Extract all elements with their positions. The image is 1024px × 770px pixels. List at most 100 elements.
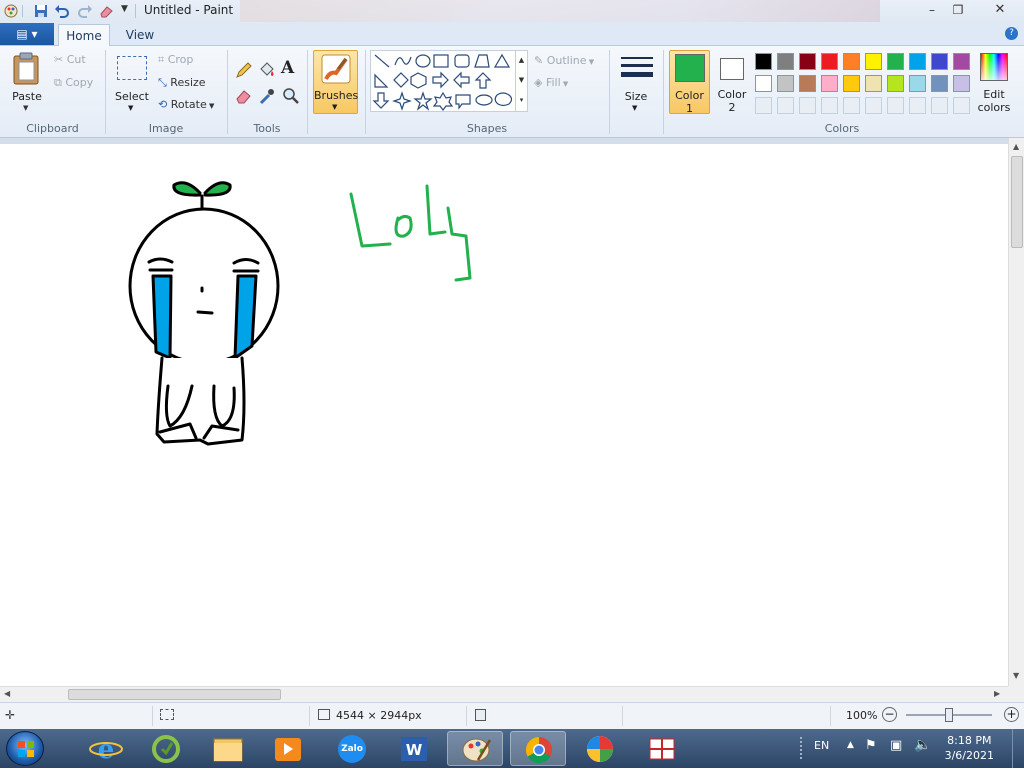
eraser-qa-icon[interactable] bbox=[98, 3, 114, 19]
maximize-button[interactable]: ❐ bbox=[946, 1, 970, 19]
palette-empty-slot[interactable] bbox=[931, 97, 948, 114]
zoom-out-button[interactable]: − bbox=[882, 707, 897, 722]
paste-button[interactable]: Paste ▼ bbox=[6, 50, 48, 114]
save-icon[interactable] bbox=[33, 3, 49, 19]
color-picker-icon[interactable] bbox=[257, 86, 277, 106]
clock[interactable]: 8:18 PM 3/6/2021 bbox=[945, 733, 994, 763]
palette-swatch[interactable] bbox=[865, 53, 882, 70]
palette-swatch[interactable] bbox=[909, 75, 926, 92]
file-menu-button[interactable]: ▤ ▾ bbox=[0, 23, 54, 45]
palette-swatch[interactable] bbox=[777, 75, 794, 92]
scroll-right-icon[interactable]: ▶ bbox=[994, 689, 1000, 698]
palette-empty-slot[interactable] bbox=[909, 97, 926, 114]
rotate-dropdown-icon: ▼ bbox=[206, 102, 215, 110]
palette-swatch[interactable] bbox=[931, 53, 948, 70]
palette-empty-slot[interactable] bbox=[843, 97, 860, 114]
volume-icon[interactable]: 🔈 bbox=[914, 737, 931, 753]
zoom-slider-thumb[interactable] bbox=[945, 708, 953, 722]
vertical-scrollbar[interactable]: ▲ ▼ bbox=[1008, 138, 1024, 686]
taskbar-media-player[interactable] bbox=[260, 731, 316, 766]
customize-qa-chevron-icon[interactable]: ▼ bbox=[121, 4, 128, 14]
palette-swatch[interactable] bbox=[909, 53, 926, 70]
color1-button[interactable]: Color 1 bbox=[669, 50, 710, 115]
copy-button[interactable]: ⧉ Copy bbox=[54, 76, 93, 90]
fill-button[interactable]: ◈ Fill ▼ bbox=[534, 76, 568, 89]
magnifier-icon[interactable] bbox=[281, 86, 301, 106]
palette-swatch[interactable] bbox=[799, 75, 816, 92]
network-icon[interactable]: ▣ bbox=[890, 738, 902, 753]
show-desktop-button[interactable] bbox=[1012, 729, 1024, 768]
redo-icon[interactable] bbox=[77, 3, 93, 19]
taskbar-paint[interactable] bbox=[447, 731, 503, 766]
palette-swatch[interactable] bbox=[865, 75, 882, 92]
taskbar-chrome[interactable] bbox=[510, 731, 566, 766]
horizontal-scrollbar[interactable]: ◀ ▶ bbox=[0, 686, 1008, 702]
palette-swatch[interactable] bbox=[953, 53, 970, 70]
palette-swatch[interactable] bbox=[953, 75, 970, 92]
action-center-flag-icon[interactable]: ⚑ bbox=[865, 738, 877, 753]
outline-button[interactable]: ✎ Outline ▼ bbox=[534, 54, 594, 67]
color2-button[interactable]: Color 2 bbox=[713, 50, 751, 114]
brushes-button[interactable]: Brushes ▼ bbox=[313, 50, 358, 114]
shapes-scroll[interactable]: ▲ ▼ ▾ bbox=[515, 50, 527, 112]
size-button[interactable]: Size ▼ bbox=[614, 50, 658, 114]
eraser-icon[interactable] bbox=[234, 86, 254, 106]
select-button[interactable]: Select ▼ bbox=[112, 50, 152, 114]
fill-icon: ◈ bbox=[534, 76, 546, 89]
minimize-button[interactable]: – bbox=[920, 1, 944, 19]
scroll-up-icon[interactable]: ▲ bbox=[1013, 142, 1019, 151]
palette-empty-slot[interactable] bbox=[799, 97, 816, 114]
palette-swatch[interactable] bbox=[799, 53, 816, 70]
taskbar-internet-explorer[interactable]: e bbox=[78, 731, 134, 766]
taskbar-word[interactable]: W bbox=[386, 731, 442, 766]
resize-button[interactable]: ⤡ Resize bbox=[158, 76, 206, 90]
palette-empty-slot[interactable] bbox=[887, 97, 904, 114]
taskbar-zalo[interactable]: Zalo bbox=[324, 731, 380, 766]
fill-bucket-icon[interactable] bbox=[257, 60, 277, 80]
palette-empty-slot[interactable] bbox=[953, 97, 970, 114]
palette-swatch[interactable] bbox=[755, 75, 772, 92]
start-button[interactable] bbox=[6, 731, 44, 766]
pencil-icon[interactable] bbox=[234, 60, 254, 80]
cut-button[interactable]: ✂ Cut bbox=[54, 53, 86, 66]
rotate-button[interactable]: ⟲ Rotate ▼ bbox=[158, 98, 214, 111]
scroll-down-icon[interactable]: ▼ bbox=[1013, 671, 1019, 680]
show-hidden-icons[interactable]: ▲ bbox=[847, 740, 854, 750]
color2-label: Color bbox=[717, 88, 747, 101]
drawing-canvas[interactable] bbox=[0, 144, 1008, 686]
word-icon: W bbox=[401, 737, 427, 761]
taskbar-file-explorer[interactable] bbox=[200, 731, 256, 766]
palette-empty-slot[interactable] bbox=[777, 97, 794, 114]
tab-home[interactable]: Home bbox=[58, 24, 110, 46]
help-icon[interactable]: ? bbox=[1005, 27, 1018, 40]
palette-swatch[interactable] bbox=[887, 53, 904, 70]
palette-empty-slot[interactable] bbox=[755, 97, 772, 114]
edit-colors-button[interactable]: Edit colors bbox=[975, 50, 1013, 116]
horizontal-scroll-thumb[interactable] bbox=[68, 689, 281, 700]
palette-swatch[interactable] bbox=[821, 53, 838, 70]
vertical-scroll-thumb[interactable] bbox=[1011, 156, 1023, 248]
palette-swatch[interactable] bbox=[843, 53, 860, 70]
shapes-icon bbox=[372, 53, 513, 111]
palette-empty-slot[interactable] bbox=[821, 97, 838, 114]
shapes-gallery[interactable] bbox=[370, 50, 528, 112]
undo-icon[interactable] bbox=[54, 3, 70, 19]
tab-view[interactable]: View bbox=[116, 24, 164, 46]
palette-swatch[interactable] bbox=[777, 53, 794, 70]
palette-empty-slot[interactable] bbox=[865, 97, 882, 114]
palette-swatch[interactable] bbox=[843, 75, 860, 92]
language-indicator[interactable]: EN bbox=[814, 739, 829, 752]
palette-swatch[interactable] bbox=[887, 75, 904, 92]
close-button[interactable]: ✕ bbox=[986, 1, 1014, 19]
crop-button[interactable]: ⌗ Crop bbox=[158, 53, 193, 67]
taskbar-colorful-app[interactable] bbox=[572, 731, 628, 766]
taskbar-grid-app[interactable] bbox=[634, 731, 690, 766]
palette-swatch[interactable] bbox=[755, 53, 772, 70]
text-tool-icon[interactable]: A bbox=[281, 58, 294, 78]
paint-app-icon[interactable] bbox=[3, 3, 19, 19]
palette-swatch[interactable] bbox=[931, 75, 948, 92]
zoom-in-button[interactable]: + bbox=[1004, 707, 1019, 722]
taskbar-green-app[interactable] bbox=[138, 731, 194, 766]
palette-swatch[interactable] bbox=[821, 75, 838, 92]
scroll-left-icon[interactable]: ◀ bbox=[4, 689, 10, 698]
